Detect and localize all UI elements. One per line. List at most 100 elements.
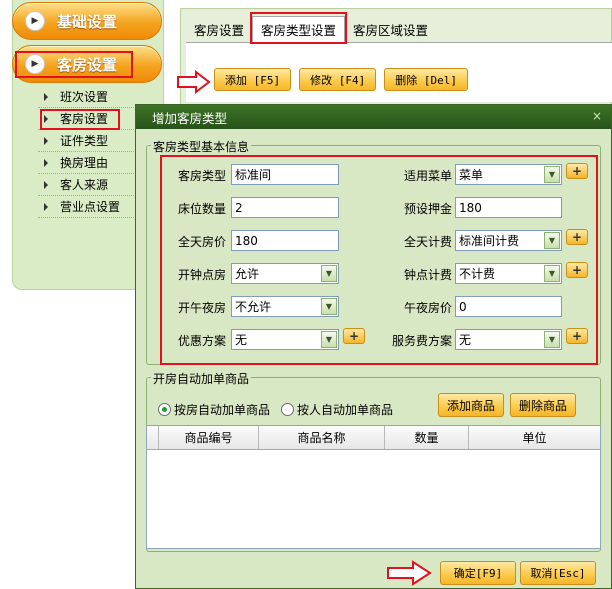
triangle-right-icon bbox=[44, 202, 48, 211]
sub-nav-id-type[interactable]: 证件类型 bbox=[38, 130, 136, 152]
day-price-label: 全天房价 bbox=[178, 235, 227, 249]
select-value: 不允许 bbox=[235, 300, 272, 314]
sub-nav-label: 证件类型 bbox=[60, 134, 109, 148]
delete-button[interactable]: 删除 [Del] bbox=[384, 68, 468, 91]
highlight-box bbox=[250, 12, 348, 44]
select-value: 无 bbox=[235, 333, 248, 347]
room-type-input[interactable]: 标准间 bbox=[231, 164, 339, 185]
nav-basic-settings[interactable]: ▶ 基础设置 bbox=[12, 2, 162, 40]
menu-label: 适用菜单 bbox=[404, 169, 453, 183]
midnight-room-label: 开午夜房 bbox=[178, 301, 227, 315]
chevron-down-icon[interactable]: ▼ bbox=[544, 166, 560, 183]
sub-nav-label: 营业点设置 bbox=[60, 200, 121, 214]
dialog-title-bar: 增加客房类型 × bbox=[136, 105, 611, 129]
play-circle-icon: ▶ bbox=[25, 11, 45, 31]
sub-nav-label: 班次设置 bbox=[60, 90, 109, 104]
toolbar: 添加 [F5] 修改 [F4] 删除 [Del] bbox=[214, 68, 468, 91]
select-value: 菜单 bbox=[459, 168, 484, 182]
sub-nav-label: 换房理由 bbox=[60, 156, 109, 170]
add-button[interactable]: 添加 [F5] bbox=[214, 68, 292, 91]
col-goods-code[interactable]: 商品编号 bbox=[159, 426, 259, 449]
radio-dot[interactable] bbox=[158, 403, 171, 416]
service-fee-select[interactable]: 无 ▼ bbox=[455, 329, 562, 350]
arrow-right-icon bbox=[177, 70, 211, 94]
close-icon[interactable]: × bbox=[589, 108, 605, 124]
sub-nav-change-reason[interactable]: 换房理由 bbox=[38, 152, 136, 174]
add-room-type-dialog: 增加客房类型 × 客房类型基本信息 客房类型 标准间 适用菜单 菜单 ▼ + 床… bbox=[135, 104, 612, 589]
highlight-box bbox=[15, 51, 133, 78]
highlight-box bbox=[40, 109, 120, 130]
group-label: 开房自动加单商品 bbox=[151, 370, 252, 387]
discount-label: 优惠方案 bbox=[178, 334, 227, 348]
beds-label: 床位数量 bbox=[178, 202, 227, 216]
beds-input[interactable]: 2 bbox=[231, 197, 339, 218]
sub-nav-outlet[interactable]: 营业点设置 bbox=[38, 196, 136, 218]
day-billing-select[interactable]: 标准间计费 ▼ bbox=[455, 230, 562, 251]
add-service-fee-button[interactable]: + bbox=[566, 328, 588, 344]
confirm-button[interactable]: 确定[F9] bbox=[440, 561, 516, 585]
tab-room-settings[interactable]: 客房设置 bbox=[186, 16, 252, 42]
service-fee-label: 服务费方案 bbox=[392, 334, 453, 348]
nav-basic-settings-label: 基础设置 bbox=[57, 12, 118, 31]
chevron-down-icon[interactable]: ▼ bbox=[321, 331, 337, 348]
select-value: 标准间计费 bbox=[459, 234, 520, 248]
goods-table: 商品编号 商品名称 数量 单位 bbox=[146, 425, 601, 549]
radio-by-room[interactable]: 按房自动加单商品 bbox=[158, 401, 270, 418]
sub-nav-guest-source[interactable]: 客人来源 bbox=[38, 174, 136, 196]
radio-label: 按人自动加单商品 bbox=[297, 403, 394, 417]
row-selector-header bbox=[147, 426, 159, 449]
group-label: 客房类型基本信息 bbox=[151, 138, 252, 155]
tab-room-type-settings[interactable]: 客房类型设置 bbox=[250, 12, 348, 44]
hourly-room-label: 开钟点房 bbox=[178, 268, 227, 282]
chevron-down-icon[interactable]: ▼ bbox=[544, 232, 560, 249]
day-price-input[interactable]: 180 bbox=[231, 230, 339, 251]
dialog-title: 增加客房类型 bbox=[152, 110, 228, 126]
day-billing-label: 全天计费 bbox=[404, 235, 453, 249]
add-discount-button[interactable]: + bbox=[343, 328, 365, 344]
arrow-right-icon bbox=[387, 560, 432, 586]
chevron-down-icon[interactable]: ▼ bbox=[544, 265, 560, 282]
sub-nav-shift[interactable]: 班次设置 bbox=[38, 86, 136, 108]
col-goods-name[interactable]: 商品名称 bbox=[259, 426, 385, 449]
menu-select[interactable]: 菜单 ▼ bbox=[455, 164, 562, 185]
chevron-down-icon[interactable]: ▼ bbox=[321, 265, 337, 282]
cancel-button[interactable]: 取消[Esc] bbox=[520, 561, 596, 585]
goods-table-header: 商品编号 商品名称 数量 单位 bbox=[147, 426, 600, 450]
deposit-input[interactable]: 180 bbox=[455, 197, 562, 218]
remove-goods-button[interactable]: 删除商品 bbox=[510, 393, 576, 417]
sub-nav-list: 班次设置 客房设置 证件类型 换房理由 客人来源 营业点设置 bbox=[38, 86, 136, 218]
triangle-right-icon bbox=[44, 92, 48, 101]
add-billing-button[interactable]: + bbox=[566, 229, 588, 245]
col-unit[interactable]: 单位 bbox=[469, 426, 600, 449]
hourly-billing-label: 钟点计费 bbox=[404, 268, 453, 282]
select-value: 无 bbox=[459, 333, 472, 347]
room-type-label: 客房类型 bbox=[178, 169, 227, 183]
midnight-price-input[interactable]: 0 bbox=[455, 296, 562, 317]
radio-dot[interactable] bbox=[281, 403, 294, 416]
tab-room-area-settings[interactable]: 客房区域设置 bbox=[345, 16, 436, 42]
sub-nav-label: 客人来源 bbox=[60, 178, 109, 192]
col-quantity[interactable]: 数量 bbox=[385, 426, 469, 449]
chevron-down-icon[interactable]: ▼ bbox=[544, 331, 560, 348]
deposit-label: 预设押金 bbox=[404, 202, 453, 216]
add-menu-button[interactable]: + bbox=[566, 163, 588, 179]
triangle-right-icon bbox=[44, 180, 48, 189]
midnight-room-select[interactable]: 不允许 ▼ bbox=[231, 296, 339, 317]
add-hourly-billing-button[interactable]: + bbox=[566, 262, 588, 278]
edit-button[interactable]: 修改 [F4] bbox=[299, 68, 377, 91]
triangle-right-icon bbox=[44, 158, 48, 167]
nav-room-settings[interactable]: ▶ 客房设置 bbox=[12, 45, 162, 83]
tab-bar: 客房设置 客房类型设置 客房区域设置 bbox=[186, 12, 436, 44]
midnight-price-label: 午夜房价 bbox=[404, 301, 453, 315]
hourly-billing-select[interactable]: 不计费 ▼ bbox=[455, 263, 562, 284]
radio-label: 按房自动加单商品 bbox=[174, 403, 271, 417]
discount-select[interactable]: 无 ▼ bbox=[231, 329, 339, 350]
select-value: 允许 bbox=[235, 267, 260, 281]
sub-nav-room[interactable]: 客房设置 bbox=[38, 108, 136, 130]
select-value: 不计费 bbox=[459, 267, 496, 281]
add-goods-button[interactable]: 添加商品 bbox=[438, 393, 504, 417]
radio-by-person[interactable]: 按人自动加单商品 bbox=[281, 401, 393, 418]
triangle-right-icon bbox=[44, 136, 48, 145]
hourly-room-select[interactable]: 允许 ▼ bbox=[231, 263, 339, 284]
chevron-down-icon[interactable]: ▼ bbox=[321, 298, 337, 315]
